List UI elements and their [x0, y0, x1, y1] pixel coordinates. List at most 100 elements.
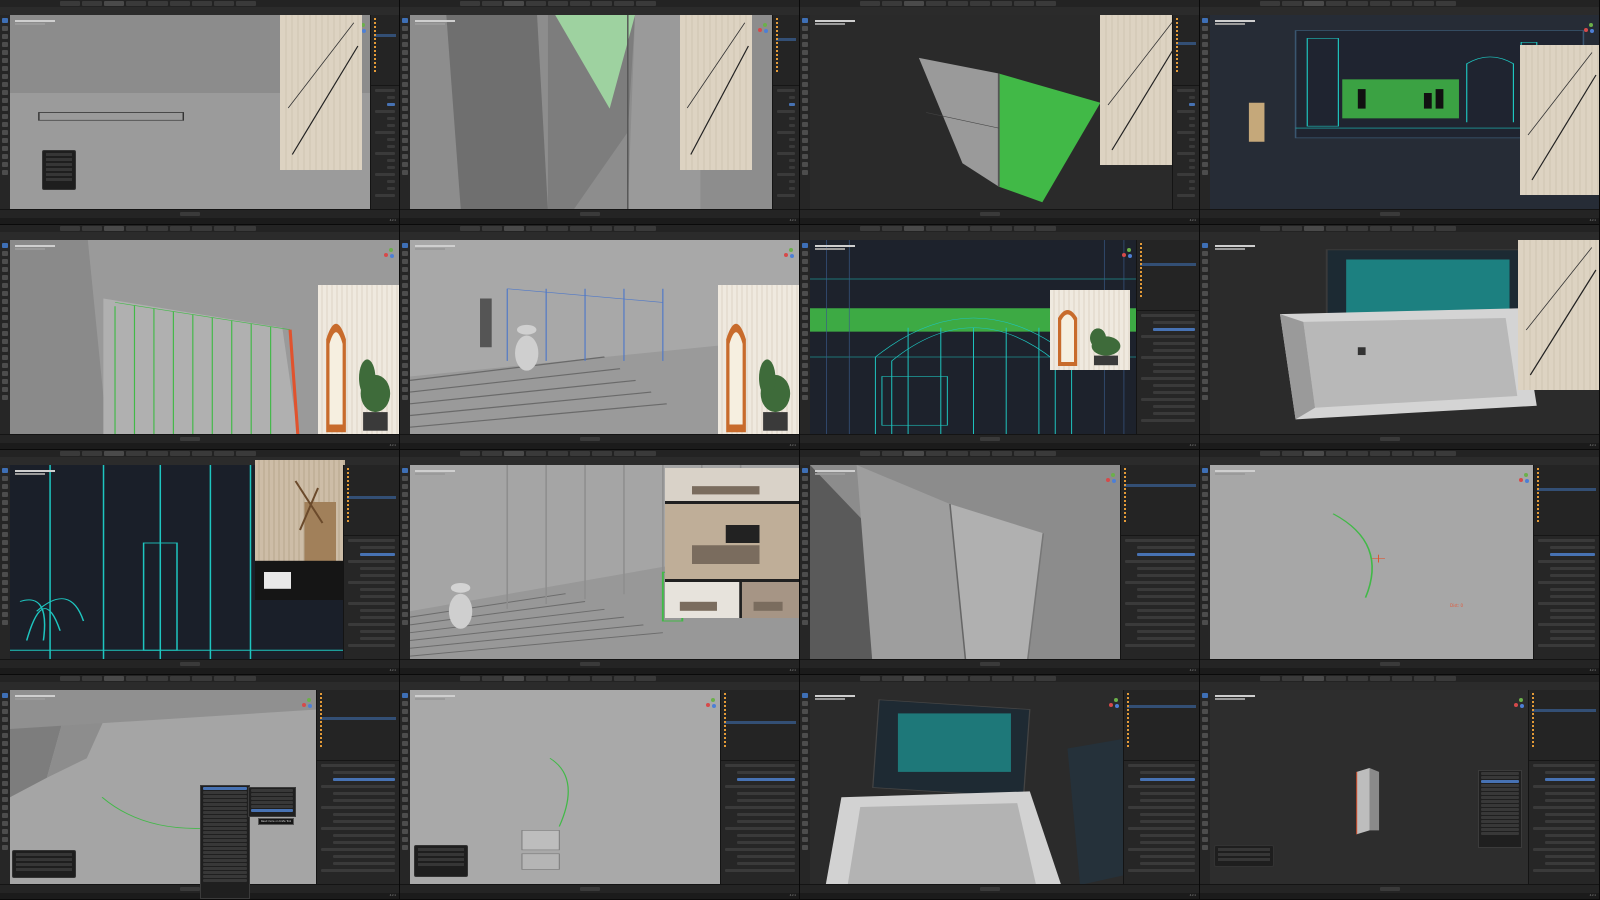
workspace-tab[interactable] — [882, 676, 902, 681]
smooth-tool-icon[interactable] — [402, 813, 408, 818]
outliner-row[interactable] — [724, 737, 796, 740]
outliner-row[interactable] — [347, 516, 396, 519]
workspace-tab[interactable] — [192, 676, 212, 681]
rotate-tool-icon[interactable] — [1202, 492, 1208, 497]
bevel-tool-icon[interactable] — [2, 323, 8, 328]
property-field[interactable] — [1140, 771, 1195, 775]
outliner-row[interactable] — [347, 476, 396, 479]
rotate-tool-icon[interactable] — [802, 42, 808, 47]
cursor-tool-icon[interactable] — [1202, 476, 1208, 481]
rotate-tool-icon[interactable] — [402, 492, 408, 497]
redo-field[interactable] — [46, 153, 72, 156]
property-field[interactable] — [387, 187, 395, 191]
outliner-row[interactable] — [1140, 255, 1196, 258]
scale-tool-icon[interactable] — [1202, 275, 1208, 280]
outliner-row[interactable] — [1532, 733, 1596, 736]
outliner-row[interactable] — [1176, 54, 1196, 57]
property-field[interactable] — [387, 103, 395, 107]
property-field[interactable] — [387, 124, 395, 128]
shrink-tool-icon[interactable] — [2, 829, 8, 834]
workspace-tab[interactable] — [882, 226, 902, 231]
bevel-tool-icon[interactable] — [402, 548, 408, 553]
workspace-tab[interactable] — [126, 1, 146, 6]
property-field[interactable] — [333, 771, 395, 775]
cursor-tool-icon[interactable] — [802, 251, 808, 256]
edge-slide-tool-icon[interactable] — [802, 146, 808, 151]
shrink-tool-icon[interactable] — [1202, 604, 1208, 609]
property-field[interactable] — [1137, 616, 1195, 620]
inset-tool-icon[interactable] — [2, 540, 8, 545]
measure-tool-icon[interactable] — [802, 524, 808, 529]
shear-tool-icon[interactable] — [1202, 837, 1208, 842]
knife-tool-icon[interactable] — [2, 114, 8, 119]
workspace-tab[interactable] — [192, 1, 212, 6]
property-field[interactable] — [1137, 546, 1195, 550]
rotate-tool-icon[interactable] — [402, 267, 408, 272]
smooth-tool-icon[interactable] — [2, 588, 8, 593]
select-tool-icon[interactable] — [1202, 18, 1208, 23]
outliner-row[interactable] — [776, 30, 796, 33]
property-field[interactable] — [1550, 567, 1595, 571]
select-tool-icon[interactable] — [2, 18, 8, 23]
workspace-tab[interactable] — [60, 1, 80, 6]
workspace-tab[interactable] — [104, 1, 124, 6]
property-field[interactable] — [777, 194, 795, 198]
add-menu[interactable] — [200, 785, 250, 899]
cursor-tool-icon[interactable] — [2, 251, 8, 256]
shrink-tool-icon[interactable] — [2, 379, 8, 384]
menu-item[interactable] — [203, 831, 247, 834]
smooth-tool-icon[interactable] — [2, 138, 8, 143]
workspace-tab[interactable] — [1370, 1, 1390, 6]
workspace-tab[interactable] — [992, 226, 1012, 231]
menu-item[interactable] — [1481, 800, 1519, 803]
workspace-tab[interactable] — [904, 676, 924, 681]
menu-item[interactable] — [1481, 820, 1519, 823]
outliner-row[interactable] — [347, 504, 396, 507]
shrink-tool-icon[interactable] — [802, 829, 808, 834]
rip-tool-icon[interactable] — [802, 620, 808, 625]
workspace-tab[interactable] — [926, 676, 946, 681]
inset-tool-icon[interactable] — [2, 315, 8, 320]
scale-tool-icon[interactable] — [2, 50, 8, 55]
property-field[interactable] — [1545, 778, 1595, 782]
move-tool-icon[interactable] — [1202, 709, 1208, 714]
workspace-tab[interactable] — [1414, 226, 1434, 231]
property-field[interactable] — [1140, 862, 1195, 866]
outliner-row[interactable] — [1176, 22, 1196, 25]
property-field[interactable] — [360, 637, 395, 641]
navigation-gizmo-icon[interactable] — [1120, 246, 1134, 260]
property-field[interactable] — [375, 152, 395, 156]
workspace-tab[interactable] — [1304, 1, 1324, 6]
property-field[interactable] — [789, 187, 795, 191]
smooth-tool-icon[interactable] — [1202, 363, 1208, 368]
outliner-row[interactable] — [1532, 705, 1596, 708]
outliner-row[interactable] — [1176, 30, 1196, 33]
rotate-tool-icon[interactable] — [402, 42, 408, 47]
select-tool-icon[interactable] — [1202, 693, 1208, 698]
workspace-tab[interactable] — [1414, 1, 1434, 6]
smooth-tool-icon[interactable] — [402, 138, 408, 143]
workspace-tab[interactable] — [948, 451, 968, 456]
transform-tool-icon[interactable] — [802, 283, 808, 288]
navigation-gizmo-icon[interactable] — [1104, 471, 1118, 485]
play-icon[interactable] — [179, 887, 200, 891]
outliner-row[interactable] — [776, 66, 796, 69]
annotate-tool-icon[interactable] — [2, 741, 8, 746]
menu-item[interactable] — [203, 787, 247, 790]
smooth-tool-icon[interactable] — [1202, 813, 1208, 818]
bevel-tool-icon[interactable] — [1202, 548, 1208, 553]
outliner-row[interactable] — [1537, 468, 1596, 471]
outliner-row[interactable] — [1176, 62, 1196, 65]
spin-tool-icon[interactable] — [2, 355, 8, 360]
workspace-tab[interactable] — [992, 1, 1012, 6]
workspace-tab[interactable] — [460, 451, 480, 456]
workspace-tab[interactable] — [482, 1, 502, 6]
outliner-row[interactable] — [776, 54, 796, 57]
redo-field[interactable] — [418, 853, 464, 856]
annotate-tool-icon[interactable] — [802, 741, 808, 746]
property-field[interactable] — [1137, 637, 1195, 641]
outliner-row[interactable] — [374, 62, 396, 65]
navigation-gizmo-icon[interactable] — [1582, 21, 1596, 35]
menu-item[interactable] — [203, 819, 247, 822]
property-field[interactable] — [360, 567, 395, 571]
